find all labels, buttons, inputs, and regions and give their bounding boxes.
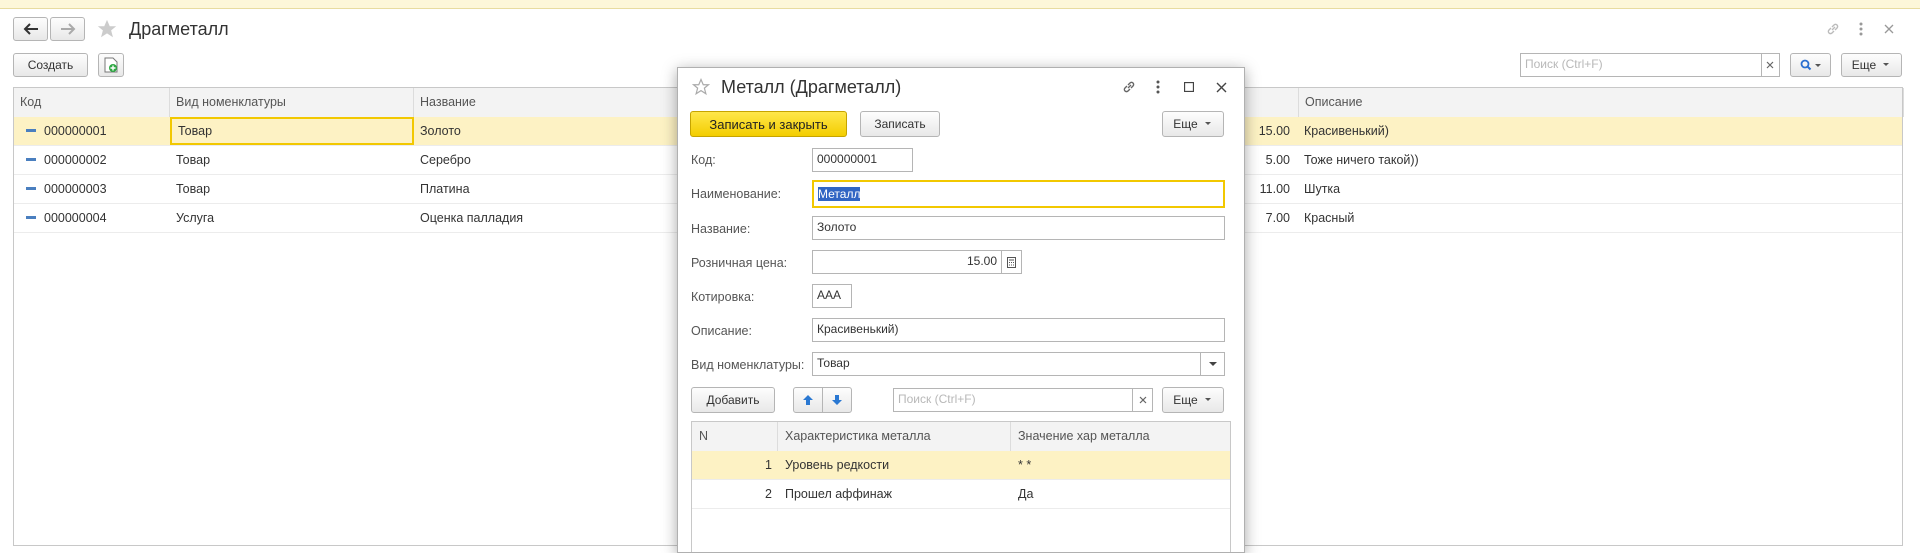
calculator-icon[interactable] xyxy=(1001,250,1022,274)
row-kind: Товар xyxy=(176,153,211,167)
row-char: Прошел аффинаж xyxy=(785,487,892,501)
page-title: Драгметалл xyxy=(129,19,229,39)
dialog-more-button[interactable]: Еще xyxy=(1162,111,1224,137)
table-row[interactable]: 2 Прошел аффинаж Да xyxy=(692,480,1230,509)
add-row-button[interactable]: Добавить xyxy=(691,387,775,413)
col-name[interactable]: Название xyxy=(414,88,678,117)
row-value: Да xyxy=(1018,487,1034,501)
quote-label: Котировка: xyxy=(691,290,755,304)
kind-label: Вид номенклатуры: xyxy=(691,358,805,372)
col-code[interactable]: Код xyxy=(14,88,170,117)
arrow-up-icon xyxy=(803,395,813,405)
chevron-down-icon xyxy=(1204,398,1211,401)
search-icon xyxy=(1800,59,1821,71)
row-desc: Шутка xyxy=(1304,182,1341,196)
favorite-star-icon[interactable] xyxy=(96,18,118,40)
more-vert-icon[interactable] xyxy=(1854,20,1868,38)
chevron-down-icon xyxy=(1204,122,1211,125)
move-up-button[interactable] xyxy=(793,387,823,413)
close-icon[interactable] xyxy=(1212,78,1230,96)
favorite-star-icon[interactable] xyxy=(692,78,710,96)
item-icon xyxy=(26,216,36,219)
save-button[interactable]: Записать xyxy=(860,111,940,137)
item-icon xyxy=(26,187,36,190)
row-desc: Красный xyxy=(1304,211,1355,225)
create-button[interactable]: Создать xyxy=(13,53,88,77)
chevron-down-icon xyxy=(1883,63,1890,66)
maximize-icon[interactable] xyxy=(1180,78,1198,96)
table-search-input[interactable]: Поиск (Ctrl+F) xyxy=(893,388,1133,412)
naim-label: Наименование: xyxy=(691,187,782,201)
more-vert-icon[interactable] xyxy=(1152,78,1164,96)
row-name: Платина xyxy=(420,182,470,196)
arrow-left-icon xyxy=(23,23,38,35)
item-icon xyxy=(26,158,36,161)
col-value[interactable]: Значение хар металла xyxy=(1011,422,1232,451)
row-char: Уровень редкости xyxy=(785,458,890,472)
move-down-button[interactable] xyxy=(822,387,852,413)
characteristics-table[interactable]: N Характеристика металла Значение хар ме… xyxy=(691,421,1231,552)
search-button[interactable] xyxy=(1790,53,1831,77)
table-header: N Характеристика металла Значение хар ме… xyxy=(692,422,1230,452)
forward-button[interactable] xyxy=(50,17,85,41)
name-label: Название: xyxy=(691,222,751,236)
row-code: 000000004 xyxy=(44,211,107,225)
row-value: * * xyxy=(1018,458,1032,472)
arrow-right-icon xyxy=(60,23,75,35)
clear-search-icon[interactable] xyxy=(1760,53,1780,77)
arrow-down-icon xyxy=(832,395,842,405)
col-char[interactable]: Характеристика металла xyxy=(778,422,1011,451)
desc-field[interactable]: Красивенький) xyxy=(812,318,1225,342)
table-more-button[interactable]: Еще xyxy=(1162,387,1224,413)
search-input[interactable]: Поиск (Ctrl+F) xyxy=(1520,53,1762,77)
row-n: 2 xyxy=(765,487,772,501)
item-icon xyxy=(26,129,36,132)
code-label: Код: xyxy=(691,153,716,167)
col-kind[interactable]: Вид номенклатуры xyxy=(170,88,414,117)
row-desc: Красивенький) xyxy=(1304,124,1389,138)
more-button[interactable]: Еще xyxy=(1841,53,1902,77)
table-row[interactable]: 1 Уровень редкости * * xyxy=(692,451,1230,480)
more-label: Еще xyxy=(1173,393,1198,407)
dropdown-arrow-icon[interactable] xyxy=(1200,352,1225,376)
row-name: Оценка палладия xyxy=(420,211,524,225)
metal-dialog: Металл (Драгметалл) Записать и закрыть З… xyxy=(677,67,1245,553)
desc-label: Описание: xyxy=(691,324,752,338)
row-name: Серебро xyxy=(420,153,471,167)
kind-select[interactable]: Товар xyxy=(812,352,1201,376)
row-kind[interactable]: Товар xyxy=(170,117,414,145)
more-label: Еще xyxy=(1173,117,1198,131)
clear-search-icon[interactable] xyxy=(1132,388,1153,412)
save-close-button[interactable]: Записать и закрыть xyxy=(690,111,847,137)
back-button[interactable] xyxy=(13,17,48,41)
quote-field[interactable]: AAA xyxy=(812,284,852,308)
row-code: 000000003 xyxy=(44,182,107,196)
row-code: 000000002 xyxy=(44,153,107,167)
link-icon[interactable] xyxy=(1824,20,1842,38)
copy-plus-icon xyxy=(104,57,118,73)
code-field[interactable]: 000000001 xyxy=(812,148,913,172)
top-strip xyxy=(0,0,1920,9)
naim-field[interactable]: Металл xyxy=(812,180,1225,208)
row-kind: Товар xyxy=(176,182,211,196)
row-n: 1 xyxy=(765,458,772,472)
price-field[interactable]: 15.00 xyxy=(812,250,1002,274)
close-icon[interactable] xyxy=(1880,20,1898,38)
link-icon[interactable] xyxy=(1120,78,1138,96)
row-kind: Услуга xyxy=(176,211,215,225)
row-desc: Тоже ничего такой)) xyxy=(1304,153,1419,167)
name-field[interactable]: Золото xyxy=(812,216,1225,240)
col-n[interactable]: N xyxy=(692,422,778,451)
col-desc[interactable]: Описание xyxy=(1298,88,1904,117)
row-name: Золото xyxy=(420,124,461,138)
copy-create-button[interactable] xyxy=(98,53,124,77)
dialog-title: Металл (Драгметалл) xyxy=(721,77,902,97)
row-code: 000000001 xyxy=(44,124,107,138)
more-label: Еще xyxy=(1851,58,1877,72)
price-label: Розничная цена: xyxy=(691,256,788,270)
naim-value: Металл xyxy=(818,187,861,201)
